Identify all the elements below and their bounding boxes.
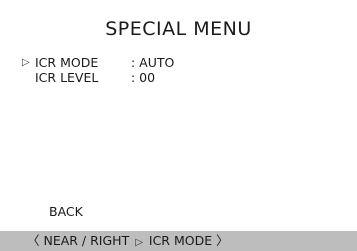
back-menu-item[interactable]: BACK — [49, 204, 83, 220]
breadcrumb-arrow-icon: ▷ — [135, 237, 143, 248]
osd-menu-screen: SPECIAL MENU ▷ ICR MODE : AUTO ICR LEVEL… — [0, 0, 357, 251]
breadcrumb-right: ICR MODE 〉 — [148, 233, 229, 248]
menu-item-label: ICR MODE — [35, 55, 99, 70]
menu-title: SPECIAL MENU — [105, 18, 252, 40]
breadcrumb-left: 〈 NEAR / RIGHT — [27, 233, 130, 248]
menu-item-value: : 00 — [130, 70, 156, 85]
selection-cursor-icon: ▷ — [22, 57, 30, 68]
menu-item-label: ICR LEVEL — [35, 70, 99, 85]
status-bar: 〈 NEAR / RIGHT ▷ ICR MODE 〉 — [0, 231, 357, 251]
breadcrumb: 〈 NEAR / RIGHT ▷ ICR MODE 〉 — [27, 233, 229, 251]
menu-item-icr-level[interactable]: ICR LEVEL : 00 — [35, 70, 155, 86]
menu-item-value: : AUTO — [130, 55, 175, 70]
menu-item-icr-mode[interactable]: ▷ ICR MODE : AUTO — [22, 55, 175, 71]
